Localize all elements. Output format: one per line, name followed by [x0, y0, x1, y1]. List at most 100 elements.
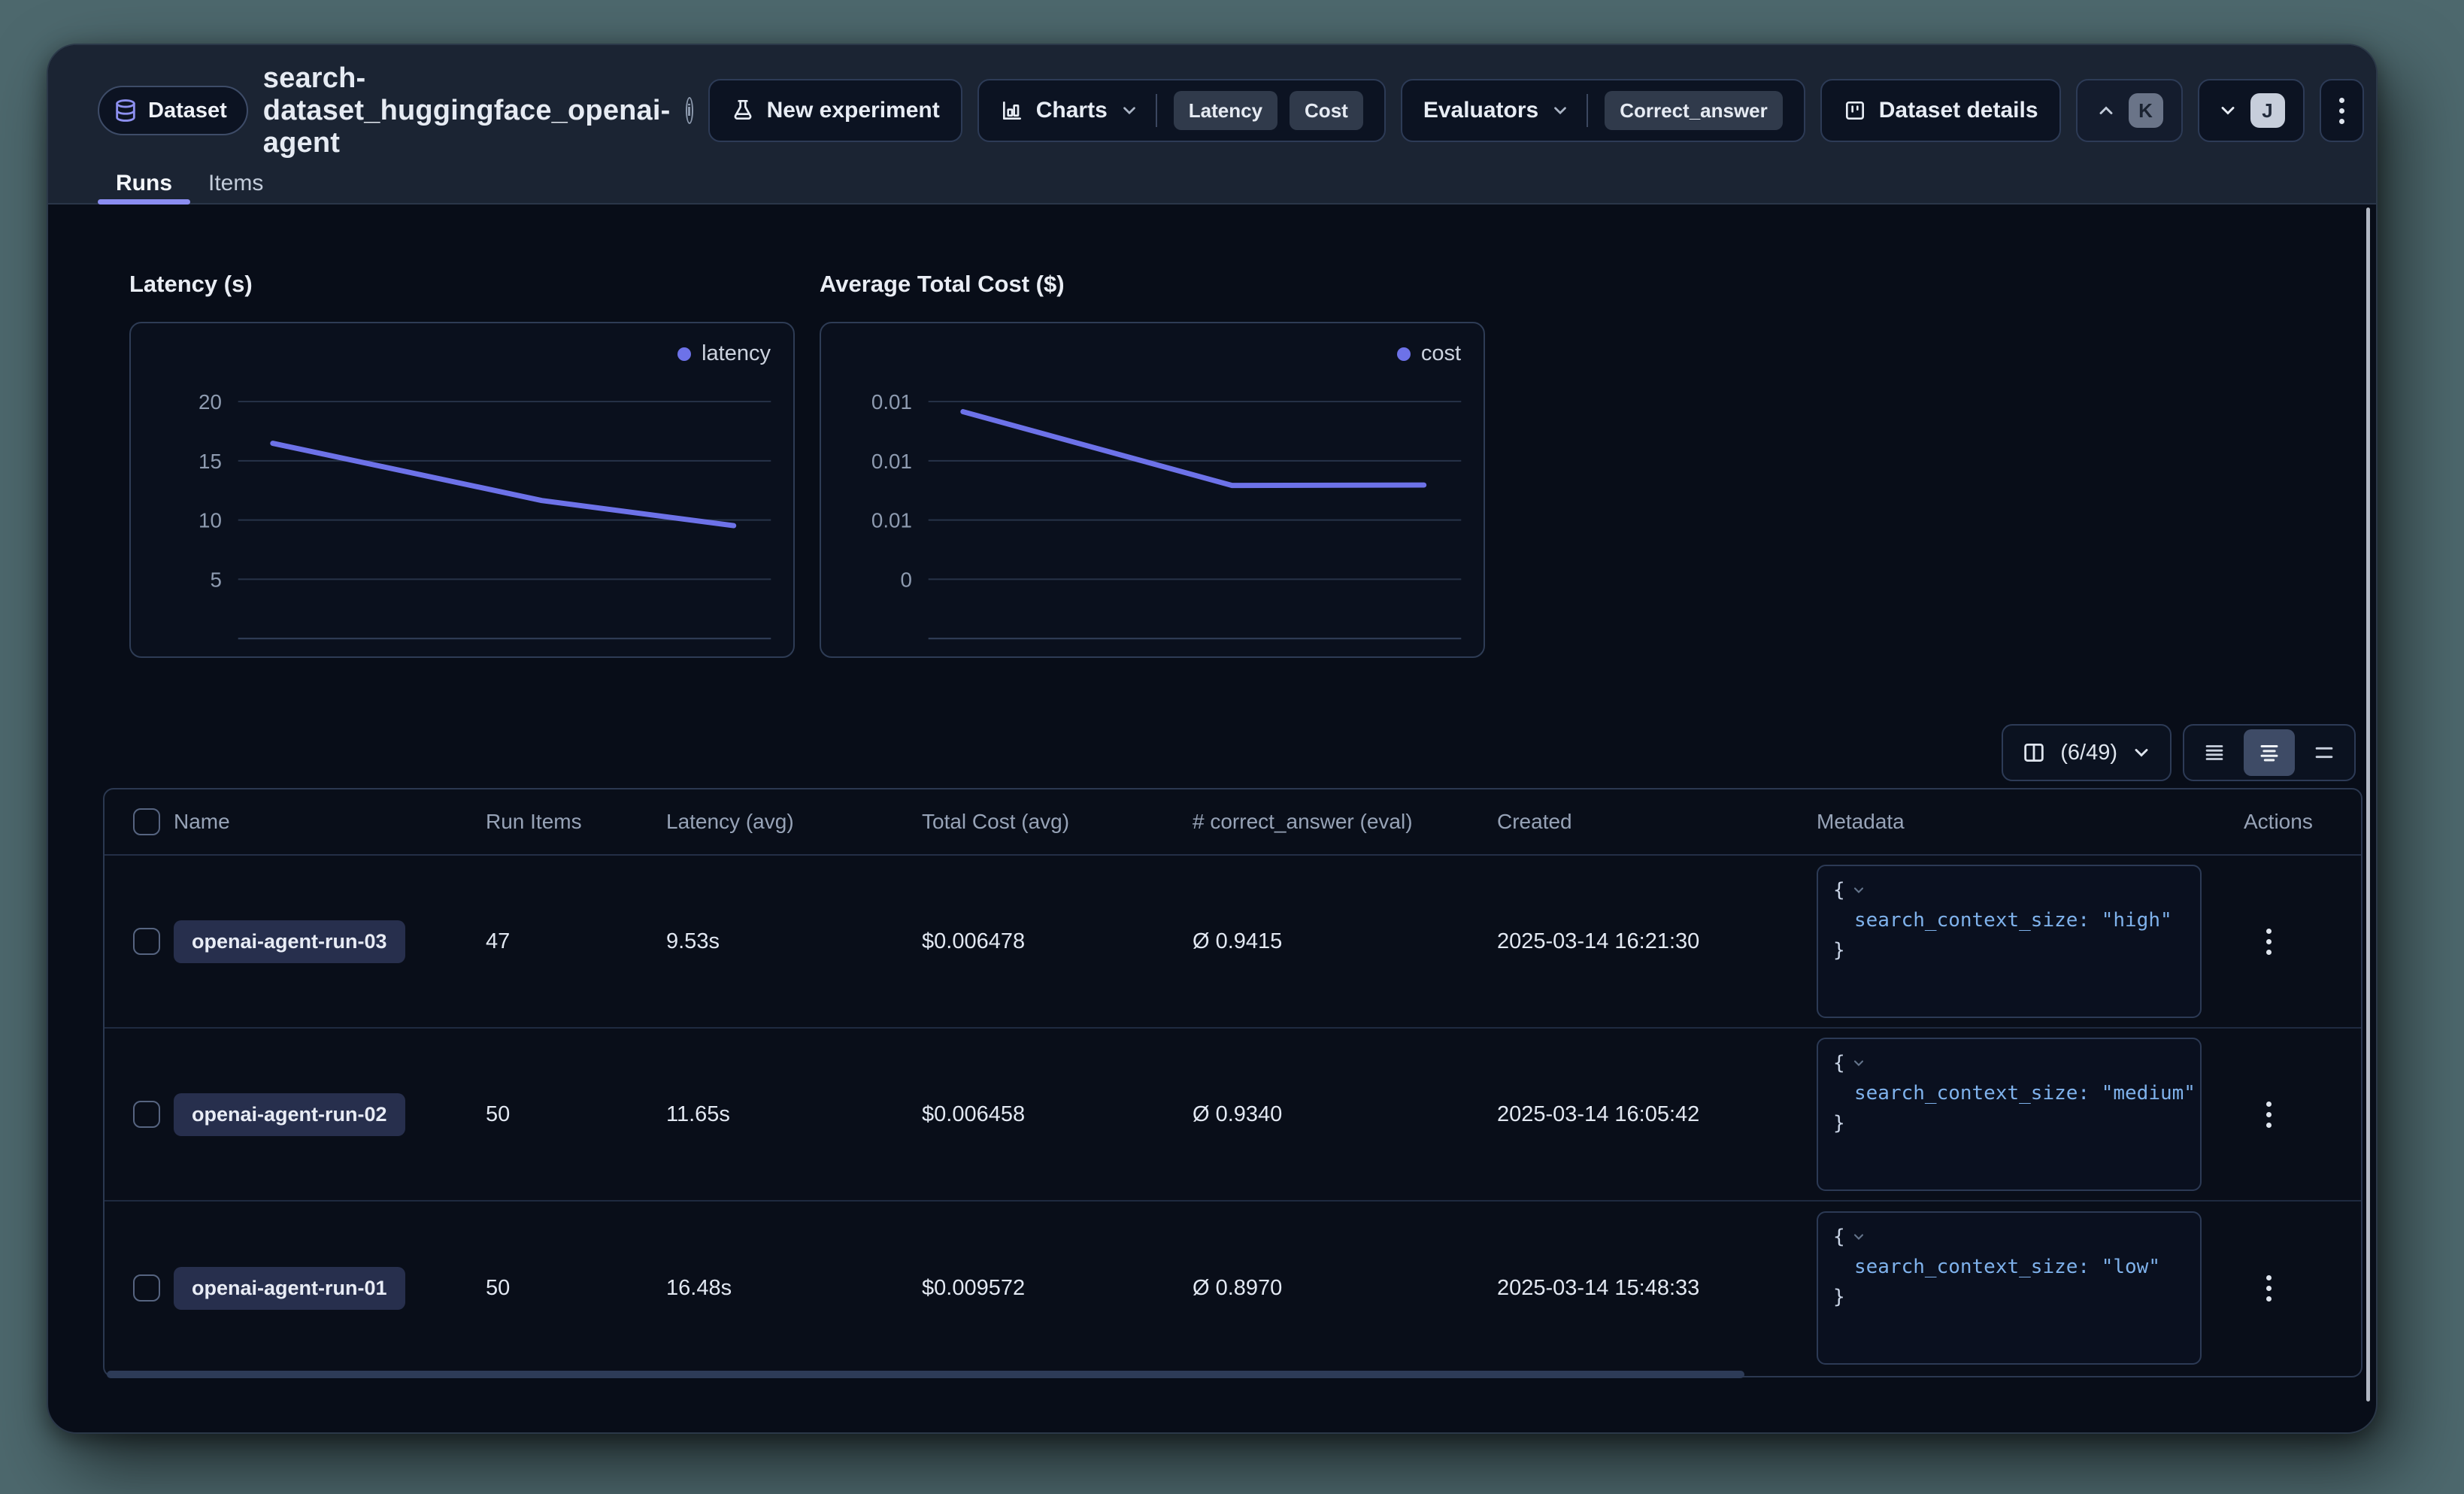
latency-chart-legend: latency [677, 341, 771, 366]
metadata-entry: search_context_size: "low" [1833, 1252, 2185, 1282]
row-checkbox[interactable] [133, 928, 160, 955]
database-icon [113, 98, 138, 123]
row-height-compact-button[interactable] [2189, 729, 2241, 776]
col-header-name[interactable]: Name [157, 810, 469, 834]
columns-icon [2021, 740, 2047, 765]
chevron-down-icon [1120, 101, 1139, 120]
metadata-json-viewer: { search_context_size: "medium" } [1817, 1038, 2202, 1191]
evaluators-label: Evaluators [1423, 98, 1538, 123]
chevron-up-icon [2096, 100, 2117, 121]
chart-chip-latency[interactable]: Latency [1174, 91, 1277, 130]
cost-chart-title: Average Total Cost ($) [820, 271, 1065, 298]
created-value: 2025-03-14 16:21:30 [1481, 929, 1800, 954]
run-name-badge[interactable]: openai-agent-run-03 [174, 920, 405, 963]
prev-user-button[interactable]: K [2076, 79, 2183, 142]
created-value: 2025-03-14 16:05:42 [1481, 1102, 1800, 1127]
col-header-total-cost[interactable]: Total Cost (avg) [905, 810, 1176, 834]
latency-chart-title: Latency (s) [129, 271, 253, 298]
legend-label: latency [702, 341, 771, 366]
chevron-down-icon [1550, 101, 1570, 120]
bar-chart-icon [1000, 98, 1024, 123]
column-count-label: (6/49) [2060, 741, 2117, 765]
cost-chart-plot: 0.010.010.010 [821, 323, 1484, 656]
svg-text:5: 5 [210, 568, 221, 591]
run-items-value: 50 [469, 1276, 650, 1301]
svg-text:15: 15 [199, 450, 222, 473]
run-name-badge[interactable]: openai-agent-run-01 [174, 1267, 405, 1310]
row-height-tall-button[interactable] [2298, 729, 2350, 776]
total-cost-value: $0.006478 [905, 929, 1176, 954]
chevron-down-icon [2131, 742, 2152, 763]
metadata-json-viewer: { search_context_size: "high" } [1817, 865, 2202, 1018]
chart-chip-cost[interactable]: Cost [1290, 91, 1363, 130]
dataset-details-button[interactable]: Dataset details [1820, 79, 2061, 142]
svg-text:0.01: 0.01 [871, 509, 912, 532]
dataset-type-badge: Dataset [98, 86, 248, 135]
col-header-metadata[interactable]: Metadata [1800, 810, 2221, 834]
json-collapse-chevron-icon[interactable] [1851, 1056, 1866, 1071]
run-items-value: 47 [469, 929, 650, 954]
flask-icon [731, 98, 755, 123]
latency-value: 9.53s [650, 929, 905, 954]
json-collapse-chevron-icon[interactable] [1851, 1229, 1866, 1244]
col-header-correct-answer[interactable]: # correct_answer (eval) [1176, 810, 1481, 834]
json-open-brace: { [1833, 875, 1845, 905]
info-icon[interactable]: i [686, 97, 693, 124]
charts-label: Charts [1036, 98, 1108, 123]
col-header-run-items[interactable]: Run Items [469, 810, 650, 834]
divider [1587, 94, 1588, 127]
col-header-created[interactable]: Created [1481, 810, 1800, 834]
runs-table: Name Run Items Latency (avg) Total Cost … [103, 788, 2362, 1377]
row-height-toggle [2183, 724, 2356, 781]
kanban-board-icon [1843, 98, 1867, 123]
row-height-medium-button[interactable] [2244, 729, 2296, 776]
correct-answer-value: Ø 0.9340 [1176, 1102, 1481, 1127]
col-header-actions: Actions [2221, 810, 2361, 834]
dataset-details-label: Dataset details [1879, 98, 2038, 123]
select-all-checkbox[interactable] [133, 808, 160, 835]
evaluator-chip-correct-answer[interactable]: Correct_answer [1605, 91, 1783, 130]
table-row: openai-agent-run-02 50 11.65s $0.006458 … [105, 1029, 2361, 1202]
header-band: Dataset search-dataset_huggingface_opena… [48, 45, 2376, 205]
created-value: 2025-03-14 15:48:33 [1481, 1276, 1800, 1301]
avatar: J [2250, 93, 2285, 128]
horizontal-scrollbar[interactable] [107, 1371, 1744, 1378]
new-experiment-label: New experiment [767, 98, 940, 123]
row-actions-menu[interactable] [2266, 929, 2361, 955]
latency-chart-plot: 20 15 10 5 [131, 323, 793, 656]
json-close-brace: } [1833, 1282, 2185, 1312]
evaluators-dropdown[interactable]: Evaluators Correct_answer [1401, 79, 1805, 142]
svg-text:20: 20 [199, 390, 222, 414]
tab-bar: Runs Items [98, 162, 281, 205]
table-row: openai-agent-run-01 50 16.48s $0.009572 … [105, 1202, 2361, 1374]
col-header-latency[interactable]: Latency (avg) [650, 810, 905, 834]
toolbar-actions: New experiment Charts [708, 79, 2364, 142]
tab-runs[interactable]: Runs [98, 162, 190, 205]
column-visibility-button[interactable]: (6/49) [2002, 724, 2172, 781]
run-items-value: 50 [469, 1102, 650, 1127]
avatar: K [2129, 93, 2163, 128]
row-actions-menu[interactable] [2266, 1102, 2361, 1128]
row-checkbox[interactable] [133, 1274, 160, 1302]
charts-dropdown[interactable]: Charts Latency Cost [977, 79, 1386, 142]
total-cost-value: $0.006458 [905, 1102, 1176, 1127]
vertical-scrollbar[interactable] [2366, 208, 2370, 1402]
legend-label: cost [1421, 341, 1461, 366]
latency-value: 16.48s [650, 1276, 905, 1301]
cost-chart-card: cost 0.010.010.010 [820, 322, 1485, 658]
kebab-menu-icon [2339, 98, 2344, 124]
correct-answer-value: Ø 0.8970 [1176, 1276, 1481, 1301]
run-name-badge[interactable]: openai-agent-run-02 [174, 1093, 405, 1136]
json-collapse-chevron-icon[interactable] [1851, 883, 1866, 898]
header-more-button[interactable] [2320, 79, 2364, 142]
row-actions-menu[interactable] [2266, 1275, 2361, 1302]
tab-items[interactable]: Items [190, 162, 281, 205]
legend-dot [1397, 347, 1411, 361]
table-header-row: Name Run Items Latency (avg) Total Cost … [105, 789, 2361, 856]
table-row: openai-agent-run-03 47 9.53s $0.006478 Ø… [105, 856, 2361, 1029]
next-user-button[interactable]: J [2198, 79, 2305, 142]
new-experiment-button[interactable]: New experiment [708, 79, 962, 142]
svg-text:10: 10 [199, 509, 222, 532]
row-checkbox[interactable] [133, 1101, 160, 1128]
json-open-brace: { [1833, 1048, 1845, 1078]
